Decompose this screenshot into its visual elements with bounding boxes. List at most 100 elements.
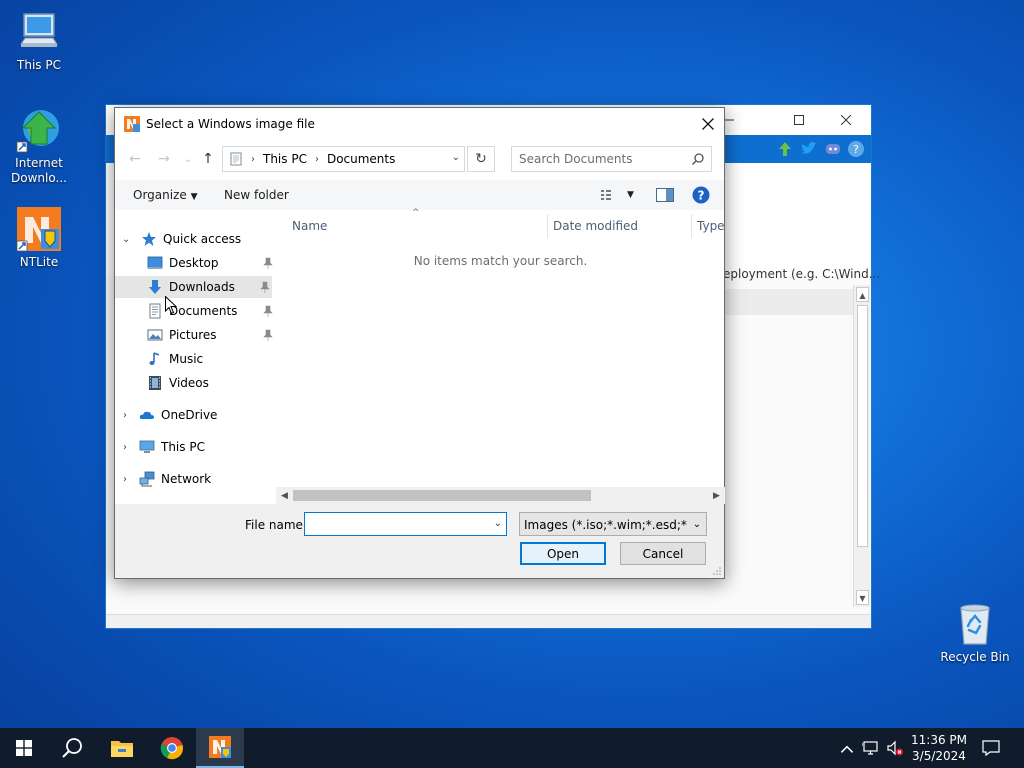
help-icon[interactable]: ? xyxy=(692,186,710,204)
back-button[interactable]: ← xyxy=(124,148,146,170)
update-arrow-icon[interactable] xyxy=(776,140,794,158)
search-input[interactable] xyxy=(512,147,682,171)
pin-icon[interactable] xyxy=(260,281,270,293)
horizontal-scrollbar[interactable]: ◀ ▶ xyxy=(276,487,725,504)
search-icon xyxy=(691,153,704,166)
scroll-thumb[interactable] xyxy=(293,490,591,501)
pin-icon[interactable] xyxy=(263,257,273,269)
background-vertical-scrollbar[interactable]: ▲ ▼ xyxy=(853,285,870,607)
chevron-right-icon[interactable]: › xyxy=(123,410,127,421)
help-icon[interactable]: ? xyxy=(847,140,865,158)
pin-icon[interactable] xyxy=(263,305,273,317)
view-options-icon[interactable] xyxy=(601,189,619,201)
discord-icon[interactable] xyxy=(824,140,842,158)
column-divider[interactable] xyxy=(547,214,548,238)
video-film-icon xyxy=(149,376,161,390)
chevron-right-icon[interactable]: › xyxy=(123,442,127,453)
organize-label: Organize xyxy=(133,188,187,202)
up-button[interactable]: ↑ xyxy=(197,148,219,170)
scroll-down-arrow-icon[interactable]: ▼ xyxy=(856,590,869,605)
desktop-icon-internet-download-manager[interactable]: Internet Downlo... xyxy=(1,106,77,186)
tree-item-videos[interactable]: Videos xyxy=(115,372,275,394)
recent-locations-button[interactable]: ⌄ xyxy=(177,148,199,170)
chevron-right-icon[interactable]: › xyxy=(123,474,127,485)
select-image-file-dialog: Select a Windows image file ← → ⌄ ↑ › Th… xyxy=(114,107,725,579)
twitter-icon[interactable] xyxy=(800,140,818,158)
scroll-thumb[interactable] xyxy=(857,305,868,547)
maximize-button[interactable] xyxy=(776,105,822,135)
pin-icon[interactable] xyxy=(263,329,273,341)
cancel-button[interactable]: Cancel xyxy=(620,542,706,565)
tree-item-quick-access[interactable]: ⌄ Quick access xyxy=(115,228,275,250)
file-name-combobox[interactable]: ⌄ xyxy=(304,512,507,536)
folder-icon xyxy=(111,741,133,757)
show-hidden-icons-chevron-icon[interactable] xyxy=(838,740,856,758)
breadcrumb-this-pc[interactable]: This PC xyxy=(263,152,307,166)
tree-label: Downloads xyxy=(169,280,235,294)
tree-item-desktop[interactable]: Desktop xyxy=(115,252,275,274)
preview-pane-icon[interactable] xyxy=(656,188,674,202)
tree-item-this-pc[interactable]: › This PC xyxy=(115,436,275,458)
tree-item-music[interactable]: Music xyxy=(115,348,275,370)
column-header-label: Type xyxy=(697,219,725,233)
file-type-filter-value: Images (*.iso;*.wim;*.esd;*.swm xyxy=(524,518,707,532)
close-button[interactable] xyxy=(823,105,869,135)
file-list-pane: ^ Name Date modified Type No items match… xyxy=(276,208,725,490)
forward-button[interactable]: → xyxy=(153,148,175,170)
open-button[interactable]: Open xyxy=(520,542,606,565)
desktop-icon-this-pc[interactable]: This PC xyxy=(1,8,77,73)
chevron-down-icon: ▼ xyxy=(190,192,198,202)
file-name-input[interactable] xyxy=(305,513,485,535)
search-box[interactable] xyxy=(511,146,712,172)
breadcrumb-separator-icon: › xyxy=(314,153,319,165)
desktop-icon-label: This PC xyxy=(17,58,61,72)
file-explorer-taskbar-button[interactable] xyxy=(98,728,146,768)
start-button[interactable] xyxy=(0,728,48,768)
tree-item-downloads[interactable]: Downloads xyxy=(115,276,272,298)
dialog-close-button[interactable] xyxy=(692,108,724,139)
tree-item-pictures[interactable]: Pictures xyxy=(115,324,275,346)
column-header-type[interactable]: Type xyxy=(697,214,725,238)
picture-icon xyxy=(147,329,163,341)
chevron-down-icon: ⌄ xyxy=(122,233,131,245)
column-header-name[interactable]: Name xyxy=(292,214,542,238)
desktop-icon-recycle-bin[interactable]: Recycle Bin xyxy=(937,600,1013,665)
address-bar[interactable]: › This PC › Documents ⌄ xyxy=(222,146,465,172)
column-header-date-modified[interactable]: Date modified xyxy=(553,214,689,238)
network-status-icon[interactable] xyxy=(862,739,880,757)
scroll-right-arrow-icon[interactable]: ▶ xyxy=(708,487,725,504)
network-icon xyxy=(139,471,155,487)
notification-center-icon[interactable] xyxy=(982,739,1000,757)
arrow-up-icon: ↑ xyxy=(202,151,214,167)
tree-label: Desktop xyxy=(169,256,219,270)
resize-grip-icon[interactable] xyxy=(712,566,722,576)
breadcrumb-documents[interactable]: Documents xyxy=(327,152,395,166)
tree-label: Pictures xyxy=(169,328,217,342)
address-dropdown-chevron-icon[interactable]: ⌄ xyxy=(452,152,460,163)
file-type-filter-select[interactable]: Images (*.iso;*.wim;*.esd;*.swm ⌄ xyxy=(519,512,707,536)
chrome-taskbar-button[interactable] xyxy=(148,728,196,768)
desktop-icon-ntlite[interactable]: NTLite xyxy=(1,205,77,270)
chevron-down-icon[interactable]: ⌄ xyxy=(494,518,502,529)
tree-item-onedrive[interactable]: › OneDrive xyxy=(115,404,275,426)
chevron-down-icon[interactable]: ⌄ xyxy=(688,513,706,535)
taskbar: 11:36 PM 3/5/2024 xyxy=(0,728,1024,768)
search-taskbar-button[interactable] xyxy=(48,728,96,768)
refresh-icon: ↻ xyxy=(475,151,487,167)
windows-logo-icon xyxy=(16,740,32,756)
column-divider[interactable] xyxy=(691,214,692,238)
new-folder-button[interactable]: New folder xyxy=(224,188,289,202)
taskbar-clock[interactable]: 11:36 PM 3/5/2024 xyxy=(905,732,973,764)
refresh-button[interactable]: ↻ xyxy=(467,146,495,172)
scroll-left-arrow-icon[interactable]: ◀ xyxy=(276,487,293,504)
tree-item-documents[interactable]: Documents xyxy=(115,300,275,322)
ntlite-taskbar-button[interactable] xyxy=(196,728,244,768)
clock-date: 3/5/2024 xyxy=(912,749,966,763)
minimize-icon xyxy=(724,119,734,121)
scroll-up-arrow-icon[interactable]: ▲ xyxy=(856,287,869,302)
tree-item-network[interactable]: › Network xyxy=(115,468,275,490)
dialog-bottom-area: File name: ⌄ Images (*.iso;*.wim;*.esd;*… xyxy=(115,504,724,578)
organize-button[interactable]: Organize ▼ xyxy=(133,188,198,202)
volume-muted-icon[interactable] xyxy=(886,739,904,757)
view-options-dropdown-icon[interactable]: ▼ xyxy=(627,190,634,200)
